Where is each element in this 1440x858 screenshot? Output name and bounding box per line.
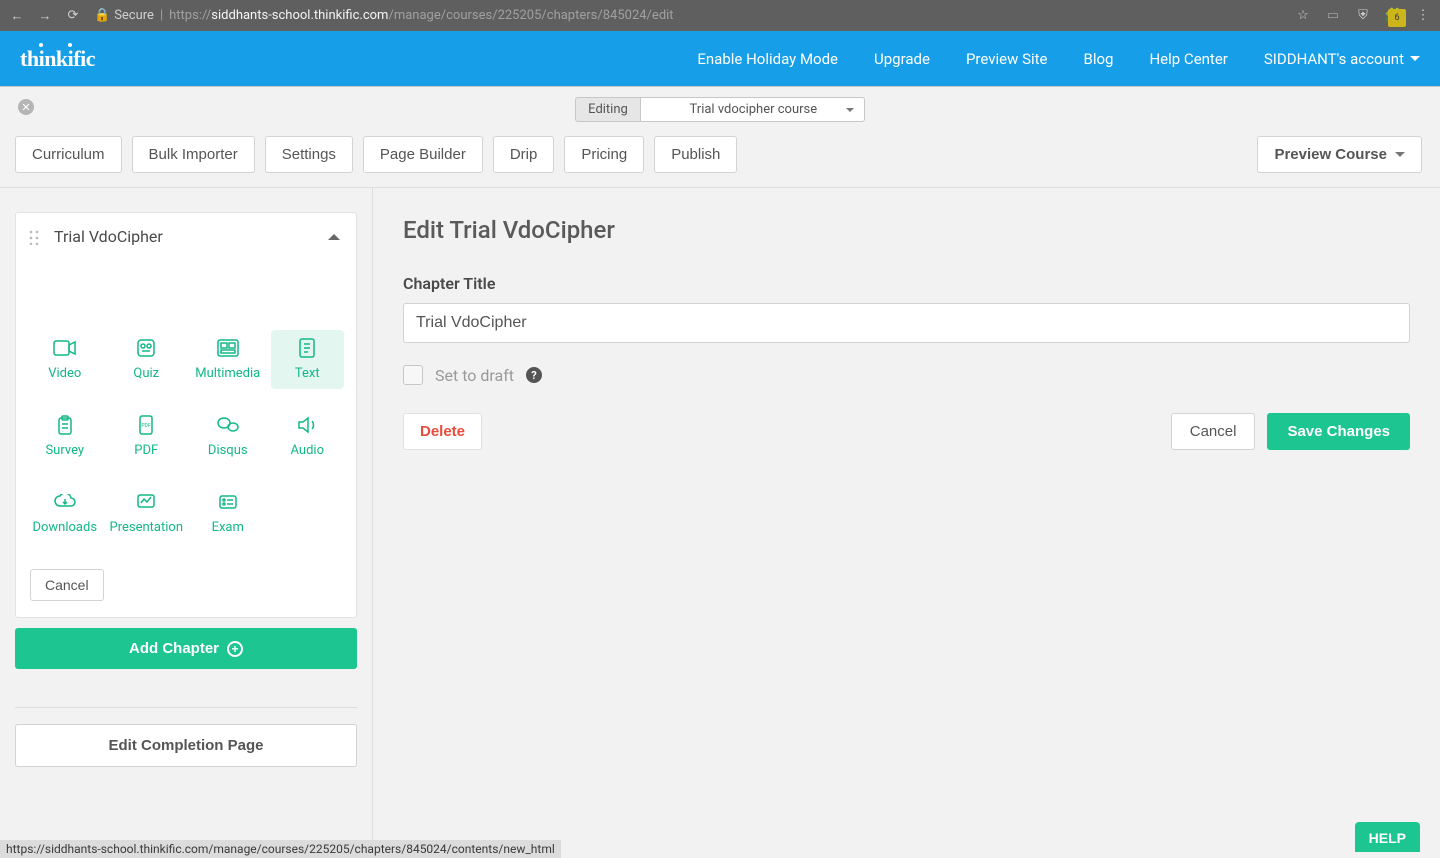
nav-help-center[interactable]: Help Center	[1149, 50, 1227, 68]
tab-page-builder[interactable]: Page Builder	[363, 136, 483, 173]
type-audio[interactable]: Audio	[271, 407, 345, 466]
downloads-icon	[53, 492, 77, 512]
tab-publish[interactable]: Publish	[654, 136, 737, 173]
tab-bulk-importer[interactable]: Bulk Importer	[132, 136, 255, 173]
nav-preview-site[interactable]: Preview Site	[966, 50, 1048, 68]
type-downloads[interactable]: Downloads	[28, 484, 102, 543]
type-text[interactable]: Text	[271, 330, 345, 389]
lock-icon: 🔒	[94, 8, 110, 23]
audio-icon	[295, 415, 319, 435]
svg-text:PDF: PDF	[142, 423, 151, 429]
main-content: Edit Trial VdoCipher Chapter Title Set t…	[372, 188, 1440, 858]
secure-label: Secure	[114, 8, 154, 23]
pdf-icon: PDF	[134, 415, 158, 435]
ext-badge[interactable]: 🧩6	[1384, 7, 1402, 25]
nav-account[interactable]: SIDDHANT's account	[1264, 50, 1420, 68]
disqus-icon	[216, 415, 240, 435]
preview-course-button[interactable]: Preview Course	[1257, 136, 1422, 173]
browser-chrome: ← → ⟳ 🔒 Secure | https://siddhants-schoo…	[0, 0, 1440, 31]
course-tabs: Curriculum Bulk Importer Settings Page B…	[0, 122, 1440, 173]
type-video[interactable]: Video	[28, 330, 102, 389]
type-exam[interactable]: Exam	[191, 484, 265, 543]
chapter-title: Trial VdoCipher	[54, 227, 328, 246]
menu-icon[interactable]: ⋮	[1414, 7, 1432, 25]
save-changes-button[interactable]: Save Changes	[1267, 413, 1410, 450]
video-icon	[53, 338, 77, 358]
nav-blog[interactable]: Blog	[1084, 50, 1114, 68]
type-quiz[interactable]: Quiz	[108, 330, 186, 389]
tab-pricing[interactable]: Pricing	[564, 136, 644, 173]
nav-upgrade[interactable]: Upgrade	[874, 50, 930, 68]
type-disqus[interactable]: Disqus	[191, 407, 265, 466]
type-multimedia[interactable]: Multimedia	[191, 330, 265, 389]
add-chapter-button[interactable]: Add Chapter +	[15, 628, 357, 669]
page-body: ✕ Editing Trial vdocipher course Curricu…	[0, 86, 1440, 858]
forward-icon[interactable]: →	[36, 7, 54, 25]
chevron-down-icon	[1395, 152, 1405, 157]
sidebar: Trial VdoCipher Video Quiz Multimedia	[0, 188, 372, 858]
multimedia-icon	[216, 338, 240, 358]
type-pdf[interactable]: PDF PDF	[108, 407, 186, 466]
chapter-title-input[interactable]	[403, 303, 1410, 343]
url-bar[interactable]: 🔒 Secure | https://siddhants-school.thin…	[90, 8, 1286, 23]
quiz-icon	[134, 338, 158, 358]
nav-holiday-mode[interactable]: Enable Holiday Mode	[697, 50, 838, 68]
tab-drip[interactable]: Drip	[493, 136, 555, 173]
draft-label: Set to draft	[435, 366, 514, 385]
chapter-title-label: Chapter Title	[403, 274, 1410, 293]
shield-icon[interactable]: ⛨	[1354, 7, 1372, 25]
presentation-icon	[134, 492, 158, 512]
cast-icon[interactable]: ▭	[1324, 7, 1342, 25]
cancel-button[interactable]: Cancel	[1171, 413, 1256, 450]
tab-settings[interactable]: Settings	[265, 136, 353, 173]
lesson-type-grid: Video Quiz Multimedia Text	[16, 260, 356, 553]
top-navbar: thinkific Enable Holiday Mode Upgrade Pr…	[0, 31, 1440, 86]
url-path: /manage/courses/225205/chapters/845024/e…	[388, 8, 673, 23]
chevron-down-icon	[1410, 56, 1420, 61]
plus-icon: +	[227, 641, 243, 657]
page-title: Edit Trial VdoCipher	[403, 216, 1410, 244]
url-scheme: https://	[169, 8, 211, 23]
text-icon	[295, 338, 319, 358]
type-survey[interactable]: Survey	[28, 407, 102, 466]
brand-logo[interactable]: thinkific	[20, 46, 95, 72]
survey-icon	[53, 415, 77, 435]
sidebar-cancel-button[interactable]: Cancel	[30, 569, 104, 601]
help-button[interactable]: HELP	[1355, 822, 1420, 852]
edit-completion-page-button[interactable]: Edit Completion Page	[15, 724, 357, 767]
editing-label: Editing	[575, 97, 640, 122]
drag-handle-icon[interactable]	[28, 229, 40, 245]
close-icon[interactable]: ✕	[18, 99, 34, 115]
delete-button[interactable]: Delete	[403, 413, 482, 450]
type-presentation[interactable]: Presentation	[108, 484, 186, 543]
draft-checkbox[interactable]	[403, 365, 423, 385]
url-host: siddhants-school.thinkific.com	[211, 8, 388, 23]
star-icon[interactable]: ☆	[1294, 7, 1312, 25]
reload-icon[interactable]: ⟳	[64, 7, 82, 25]
back-icon[interactable]: ←	[8, 7, 26, 25]
tab-curriculum[interactable]: Curriculum	[15, 136, 122, 173]
exam-icon	[216, 492, 240, 512]
status-bar: https://siddhants-school.thinkific.com/m…	[0, 840, 561, 858]
info-icon[interactable]: ?	[526, 367, 542, 383]
chapter-panel: Trial VdoCipher Video Quiz Multimedia	[15, 212, 357, 618]
chapter-header[interactable]: Trial VdoCipher	[16, 213, 356, 260]
course-select[interactable]: Trial vdocipher course	[640, 97, 865, 122]
chevron-up-icon[interactable]	[328, 234, 340, 240]
